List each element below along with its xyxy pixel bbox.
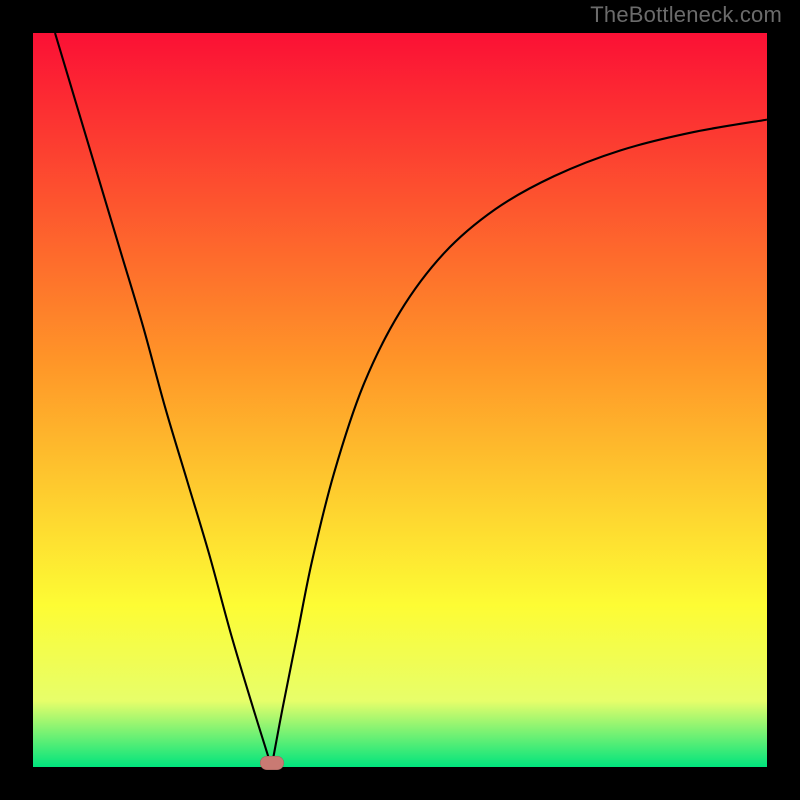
minimum-marker	[260, 756, 284, 770]
gradient-background	[33, 33, 767, 767]
plot-area	[33, 33, 767, 767]
chart-frame: TheBottleneck.com	[0, 0, 800, 800]
plot-svg	[33, 33, 767, 767]
watermark-text: TheBottleneck.com	[590, 2, 782, 28]
